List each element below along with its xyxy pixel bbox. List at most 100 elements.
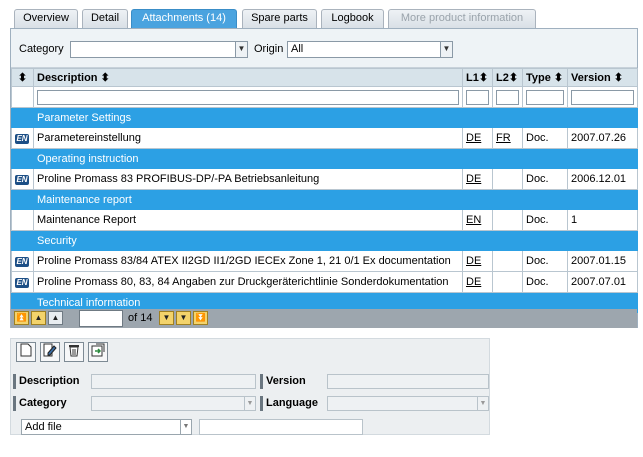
table-row[interactable]: Maintenance Report EN Doc. 1 <box>11 209 638 231</box>
last-page-icon[interactable]: ⏬ <box>193 311 208 325</box>
pager-bar: ⏫ ▲ ▲ of 14 ▼ ▼ ⏬ <box>11 309 637 328</box>
language-cell: EN <box>11 127 34 149</box>
type-filter-input[interactable] <box>526 89 564 105</box>
version-field[interactable] <box>327 374 489 389</box>
description-filter-input[interactable] <box>37 89 459 105</box>
previous-page-icon[interactable]: ▲ <box>48 311 63 325</box>
delete-icon[interactable] <box>64 342 84 362</box>
group-title: Parameter Settings <box>33 107 463 128</box>
filter-cell <box>522 86 568 108</box>
category-filter-label: Category <box>19 43 64 55</box>
tab-overview[interactable]: Overview <box>14 9 78 28</box>
language-link[interactable]: DE <box>466 255 481 267</box>
file-path-field[interactable] <box>199 419 363 435</box>
tab-bar: Overview Detail Attachments (14) Spare p… <box>0 0 643 28</box>
group-header-row: Maintenance report <box>11 189 638 210</box>
save-icon[interactable] <box>88 342 108 362</box>
version-label: Version <box>260 374 306 389</box>
version-cell: 2006.12.01 <box>567 168 638 190</box>
category-select[interactable]: ▼ <box>91 396 256 411</box>
origin-filter-select[interactable]: All ▼ <box>287 41 453 58</box>
english-flag-icon[interactable]: EN <box>15 257 29 267</box>
column-header-description[interactable]: Description ⬍ <box>33 68 463 87</box>
origin-filter-value: All <box>291 43 304 55</box>
column-header-version[interactable]: Version ⬍ <box>567 68 638 87</box>
sort-icon: ⬍ <box>553 72 564 84</box>
attachments-panel: Category ▼ Origin All ▼ ⬍ Description ⬍ … <box>10 28 638 328</box>
version-cell: 2007.07.01 <box>567 271 638 293</box>
filter-cell <box>11 86 34 108</box>
group-header-row: Security <box>11 230 638 251</box>
sort-icon: ⬍ <box>613 72 624 84</box>
column-header-type[interactable]: Type ⬍ <box>522 68 568 87</box>
column-header-l2[interactable]: L2⬍ <box>492 68 523 87</box>
language-link[interactable]: EN <box>466 214 481 226</box>
language-link[interactable]: FR <box>496 132 511 144</box>
description-cell: Parametereinstellung <box>33 127 463 149</box>
tab-logbook[interactable]: Logbook <box>321 9 384 28</box>
table-row[interactable]: EN Proline Promass 83/84 ATEX II2GD II1/… <box>11 250 638 272</box>
english-flag-icon[interactable]: EN <box>15 278 29 288</box>
language-label: Language <box>260 396 318 411</box>
sort-all-icon[interactable]: ⬍ <box>11 68 34 87</box>
language-select[interactable]: ▼ <box>327 396 489 411</box>
table-row[interactable]: EN Proline Promass 80, 83, 84 Angaben zu… <box>11 271 638 293</box>
group-title: Security <box>33 230 463 251</box>
category-filter-select[interactable]: ▼ <box>70 41 248 58</box>
sort-icon: ⬍ <box>478 72 489 84</box>
next-page-icon[interactable]: ▼ <box>159 311 174 325</box>
table-row[interactable]: EN Proline Promass 83 PROFIBUS-DP/-PA Be… <box>11 168 638 190</box>
chevron-down-icon[interactable]: ▼ <box>440 42 452 57</box>
group-header-row: Parameter Settings <box>11 107 638 128</box>
english-flag-icon[interactable]: EN <box>15 175 29 185</box>
group-title: Operating instruction <box>33 148 463 169</box>
l1-filter-input[interactable] <box>466 89 489 105</box>
page-number-input[interactable] <box>79 310 123 327</box>
page-count-label: of 14 <box>128 312 153 324</box>
tab-spare-parts[interactable]: Spare parts <box>242 9 317 28</box>
version-cell: 1 <box>567 209 638 231</box>
filter-bar: Category ▼ Origin All ▼ <box>11 29 637 68</box>
tab-attachments[interactable]: Attachments (14) <box>131 9 237 28</box>
language-link[interactable]: DE <box>466 132 481 144</box>
next-page-block-icon[interactable]: ▼ <box>176 311 191 325</box>
l2-cell <box>492 209 523 231</box>
l2-cell <box>492 250 523 272</box>
chevron-down-icon: ▼ <box>244 397 255 410</box>
attachment-edit-form: Description Version Category ▼ Language … <box>10 338 490 435</box>
description-cell: Proline Promass 83 PROFIBUS-DP/-PA Betri… <box>33 168 463 190</box>
description-field[interactable] <box>91 374 256 389</box>
first-page-icon[interactable]: ⏫ <box>14 311 29 325</box>
table-row[interactable]: EN Parametereinstellung DE FR Doc. 2007.… <box>11 127 638 149</box>
sort-icon: ⬍ <box>100 72 110 84</box>
previous-page-block-icon[interactable]: ▲ <box>31 311 46 325</box>
l1-cell: DE <box>462 250 493 272</box>
group-title: Maintenance report <box>33 189 463 210</box>
filter-cell <box>462 86 493 108</box>
group-header-row: Operating instruction <box>11 148 638 169</box>
column-filter-row <box>11 86 638 108</box>
add-file-value: Add file <box>25 421 62 433</box>
chevron-down-icon[interactable]: ▼ <box>235 42 247 57</box>
filter-cell <box>492 86 523 108</box>
chevron-down-icon: ▼ <box>477 397 488 410</box>
add-file-select[interactable]: Add file ▼ <box>21 419 192 435</box>
type-cell: Doc. <box>522 271 568 293</box>
l2-filter-input[interactable] <box>496 89 519 105</box>
description-cell: Proline Promass 80, 83, 84 Angaben zur D… <box>33 271 463 293</box>
l1-cell: DE <box>462 271 493 293</box>
filter-cell <box>567 86 638 108</box>
l1-cell: DE <box>462 127 493 149</box>
language-cell: EN <box>11 168 34 190</box>
version-filter-input[interactable] <box>571 89 634 105</box>
new-document-icon[interactable] <box>16 342 36 362</box>
attachments-table: ⬍ Description ⬍ L1⬍ L2⬍ Type ⬍ Version ⬍… <box>11 68 638 313</box>
sort-icon: ⬍ <box>508 72 519 84</box>
english-flag-icon[interactable]: EN <box>15 134 29 144</box>
version-cell: 2007.01.15 <box>567 250 638 272</box>
edit-icon[interactable] <box>40 342 60 362</box>
language-link[interactable]: DE <box>466 276 481 288</box>
tab-detail[interactable]: Detail <box>82 9 128 28</box>
language-link[interactable]: DE <box>466 173 481 185</box>
column-header-l1[interactable]: L1⬍ <box>462 68 493 87</box>
